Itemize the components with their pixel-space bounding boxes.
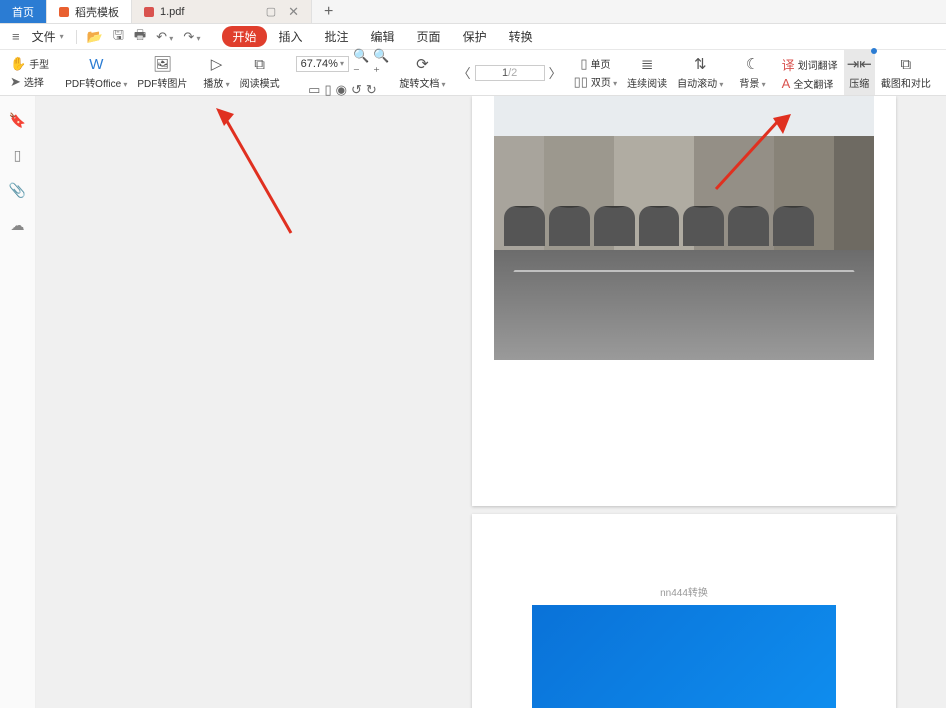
menu-page[interactable]: 页面 [407, 26, 451, 47]
ribbon: ✋手型 ➤选择 W PDF转Office 🖼 PDF转图片 ▷ 播放 ⧉ 阅读模… [0, 50, 946, 96]
cloud-icon[interactable]: ☁ [11, 217, 25, 234]
scroll-icon: ⇅ [694, 55, 707, 73]
page1-image [494, 96, 874, 360]
tab-template-label: 稻壳模板 [75, 4, 119, 20]
menu-insert[interactable]: 插入 [269, 26, 313, 47]
document-canvas[interactable]: nn444转换 [36, 96, 946, 708]
zoom-level[interactable]: 67.74% [296, 56, 349, 72]
auto-scroll-button[interactable]: ⇅ 自动滚动 [673, 50, 727, 95]
mode-group: ✋手型 ➤选择 [6, 50, 53, 95]
rotate-doc-icon: ⟳ [416, 55, 429, 73]
window-icon[interactable]: ▢ [266, 5, 276, 18]
annotation-arrow-1 [216, 108, 296, 238]
translate-group: 译划词翻译 A全文翻译 [778, 50, 842, 95]
tab-template[interactable]: 稻壳模板 [47, 0, 132, 23]
menu-protect[interactable]: 保护 [453, 26, 497, 47]
zoom-group: 67.74% 🔍⁻ 🔍⁺ ▭ ▯ ◉ ↺ ↻ [292, 50, 394, 95]
file-menu[interactable]: 文件 [26, 28, 70, 45]
zoom-in-icon[interactable]: 🔍⁺ [373, 48, 389, 80]
tab-bar: 首页 稻壳模板 1.pdf ▢ ✕ + [0, 0, 946, 24]
continuous-icon: ≣ [641, 55, 654, 73]
menu-annotate[interactable]: 批注 [315, 26, 359, 47]
prev-page-icon[interactable]: 〈 [458, 63, 471, 82]
sidebar: 🔖 ▯ 📎 ☁ [0, 96, 36, 708]
word-icon: W [89, 56, 103, 73]
rotate-doc-button[interactable]: ⟳ 旋转文档 [395, 50, 449, 95]
book-icon: ⧉ [254, 56, 265, 73]
next-page-icon[interactable]: 〉 [549, 63, 562, 82]
pdf-icon [144, 7, 154, 17]
undo-icon[interactable]: ↶ [152, 29, 177, 45]
menu-icon[interactable]: ≡ [8, 29, 24, 44]
image-icon: 🖼 [153, 55, 172, 73]
template-icon [59, 7, 69, 17]
pdf-to-image-button[interactable]: 🖼 PDF转图片 [133, 50, 191, 95]
screenshot-compare-button[interactable]: ⧉ 截图和对比 [877, 50, 935, 95]
plus-icon: + [324, 3, 333, 21]
menu-convert[interactable]: 转换 [499, 26, 543, 47]
page2-image [532, 605, 836, 708]
double-page-icon: ▯▯ [574, 74, 588, 90]
moon-icon: ☾ [746, 55, 759, 73]
continuous-button[interactable]: ≣ 连续阅读 [623, 50, 671, 95]
page2-label: nn444转换 [532, 584, 836, 599]
redo-icon[interactable]: ↷ [179, 29, 204, 45]
file-menu-label: 文件 [32, 28, 56, 45]
page-number[interactable]: 1/2 [475, 65, 545, 81]
pdf-to-office-button[interactable]: W PDF转Office [61, 50, 131, 95]
view-mode-group: ▯单页 ▯▯双页 [570, 50, 622, 95]
notification-dot [871, 48, 877, 54]
open-icon[interactable]: 📂 [83, 29, 107, 45]
save-icon[interactable]: 🖫 [109, 26, 128, 48]
hand-tool[interactable]: ✋手型 [10, 56, 49, 72]
select-tool[interactable]: ➤选择 [10, 74, 44, 90]
background-button[interactable]: ☾ 背景 [735, 50, 769, 95]
single-page-button[interactable]: ▯单页 [580, 56, 610, 72]
compress-button[interactable]: ⇥⇤ 压缩 [844, 50, 875, 95]
pdf-page-1 [472, 96, 896, 506]
page-nav: 〈 1/2 〉 [458, 63, 562, 82]
menu-bar: ≡ 文件 📂 🖫 🖶 ↶ ↷ 开始 插入 批注 编辑 页面 保护 转换 [0, 24, 946, 50]
hand-icon: ✋ [10, 56, 26, 72]
play-icon: ▷ [211, 55, 223, 73]
bookmark-icon[interactable]: 🔖 [9, 112, 26, 129]
compress-icon: ⇥⇤ [847, 55, 872, 73]
screenshot-icon: ⧉ [900, 56, 911, 73]
tab-file-label: 1.pdf [160, 6, 184, 18]
read-mode-button[interactable]: ⧉ 阅读模式 [236, 50, 284, 95]
tab-close-icon[interactable]: ✕ [288, 4, 299, 20]
print-icon[interactable]: 🖶 [130, 26, 150, 48]
translate-word-icon: 译 [782, 55, 795, 74]
tab-file[interactable]: 1.pdf ▢ ✕ [132, 0, 312, 23]
attachment-icon[interactable]: 📎 [9, 182, 26, 199]
new-tab-button[interactable]: + [312, 0, 345, 23]
pdf-page-2: nn444转换 [472, 514, 896, 708]
tab-home-label: 首页 [12, 4, 34, 20]
menu-start[interactable]: 开始 [222, 26, 266, 47]
main-area: 🔖 ▯ 📎 ☁ nn444转换 [0, 96, 946, 708]
full-translate-button[interactable]: A全文翻译 [782, 76, 834, 91]
single-page-icon: ▯ [580, 56, 587, 72]
cursor-icon: ➤ [10, 74, 21, 90]
tab-home[interactable]: 首页 [0, 0, 47, 23]
menu-edit[interactable]: 编辑 [361, 26, 405, 47]
translate-full-icon: A [782, 76, 791, 91]
word-translate-button[interactable]: 译划词翻译 [782, 55, 838, 74]
play-button[interactable]: ▷ 播放 [199, 50, 233, 95]
zoom-out-icon[interactable]: 🔍⁻ [353, 48, 369, 80]
double-page-button[interactable]: ▯▯双页 [574, 74, 618, 90]
thumbnail-icon[interactable]: ▯ [14, 147, 22, 164]
separator [76, 30, 77, 44]
